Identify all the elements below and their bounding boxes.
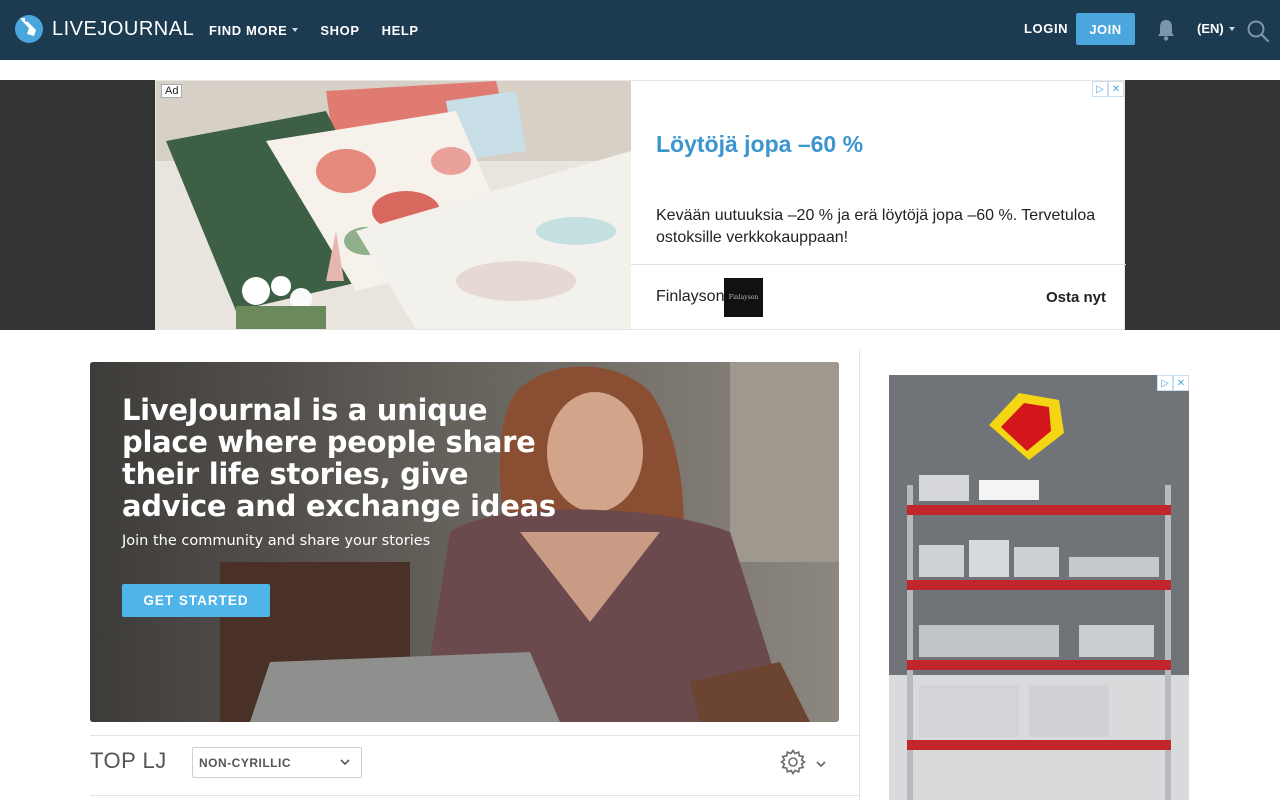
livejournal-logo-icon [15, 15, 43, 43]
nav-shop-label: SHOP [320, 22, 360, 38]
hero-title: LiveJournal is a unique place where peop… [122, 393, 556, 523]
pillows-illustration [156, 81, 631, 329]
ad-brand-logo: Finlayson [724, 278, 763, 317]
nav-help-label: HELP [381, 22, 419, 38]
hero-banner: LiveJournal is a unique place where peop… [90, 362, 839, 722]
close-icon[interactable]: ✕ [1108, 81, 1124, 97]
join-button[interactable]: JOIN [1076, 13, 1135, 45]
nav-shop[interactable]: SHOP [320, 23, 359, 38]
livejournal-logo[interactable]: LIVEJOURNAL [14, 14, 194, 44]
filter-selected-value: NON-CYRILLIC [199, 755, 291, 770]
bell-icon[interactable] [1156, 19, 1176, 41]
nav-help[interactable]: HELP [382, 23, 419, 38]
logo-text: LIVEJOURNAL [52, 17, 195, 40]
ad-choices[interactable]: ▷ ✕ [1157, 375, 1189, 391]
language-label: (EN) [1197, 21, 1224, 36]
gear-icon[interactable] [780, 749, 806, 775]
search-icon[interactable] [1246, 19, 1270, 43]
column-divider [859, 350, 860, 800]
divider [90, 795, 859, 796]
ad-brand-name: Finlayson [656, 288, 725, 305]
nav-find-more[interactable]: FIND MORE [209, 22, 299, 38]
ad-label: Ad [161, 84, 183, 98]
login-link[interactable]: LOGIN [1024, 21, 1068, 36]
chevron-down-icon [340, 759, 350, 766]
caret-down-icon [292, 28, 299, 32]
top-navigation-bar: LIVEJOURNAL FIND MORE SHOP HELP LOGIN JO… [0, 0, 1280, 60]
nav-find-more-label: FIND MORE [209, 22, 288, 38]
ad-body-text: Kevään uutuuksia –20 % ja erä löytöjä jo… [656, 207, 1096, 246]
main-nav: FIND MORE SHOP HELP [209, 0, 419, 60]
ad-choices-icon[interactable]: ▷ [1092, 81, 1108, 97]
ad-choices[interactable]: ▷ ✕ [1092, 81, 1124, 97]
ad-product-image[interactable]: Ad [156, 81, 631, 329]
top-lj-title: TOP LJ [90, 748, 167, 773]
top-ad-banner[interactable]: Ad ▷ ✕ Löytöjä jopa –60 % Kevään uutuuks… [155, 80, 1126, 330]
ad-choices-icon[interactable]: ▷ [1157, 375, 1173, 391]
ad-headline[interactable]: Löytöjä jopa –60 % [656, 131, 863, 158]
close-icon[interactable]: ✕ [1173, 375, 1189, 391]
language-filter-select[interactable]: NON-CYRILLIC [192, 747, 362, 778]
ad-brand-logo-text: Finlayson [728, 294, 759, 301]
language-selector[interactable]: (EN) [1197, 21, 1235, 36]
hero-subtitle: Join the community and share your storie… [122, 533, 431, 549]
get-started-button[interactable]: GET STARTED [122, 584, 270, 617]
divider [90, 735, 859, 736]
chevron-down-icon[interactable] [815, 758, 827, 770]
caret-down-icon [1228, 26, 1235, 31]
ad-divider [631, 264, 1126, 265]
side-ad-banner[interactable]: ▷ ✕ AJ [889, 375, 1189, 800]
ad-cta-button[interactable]: Osta nyt [1046, 289, 1106, 306]
side-ad-image [889, 375, 1189, 800]
